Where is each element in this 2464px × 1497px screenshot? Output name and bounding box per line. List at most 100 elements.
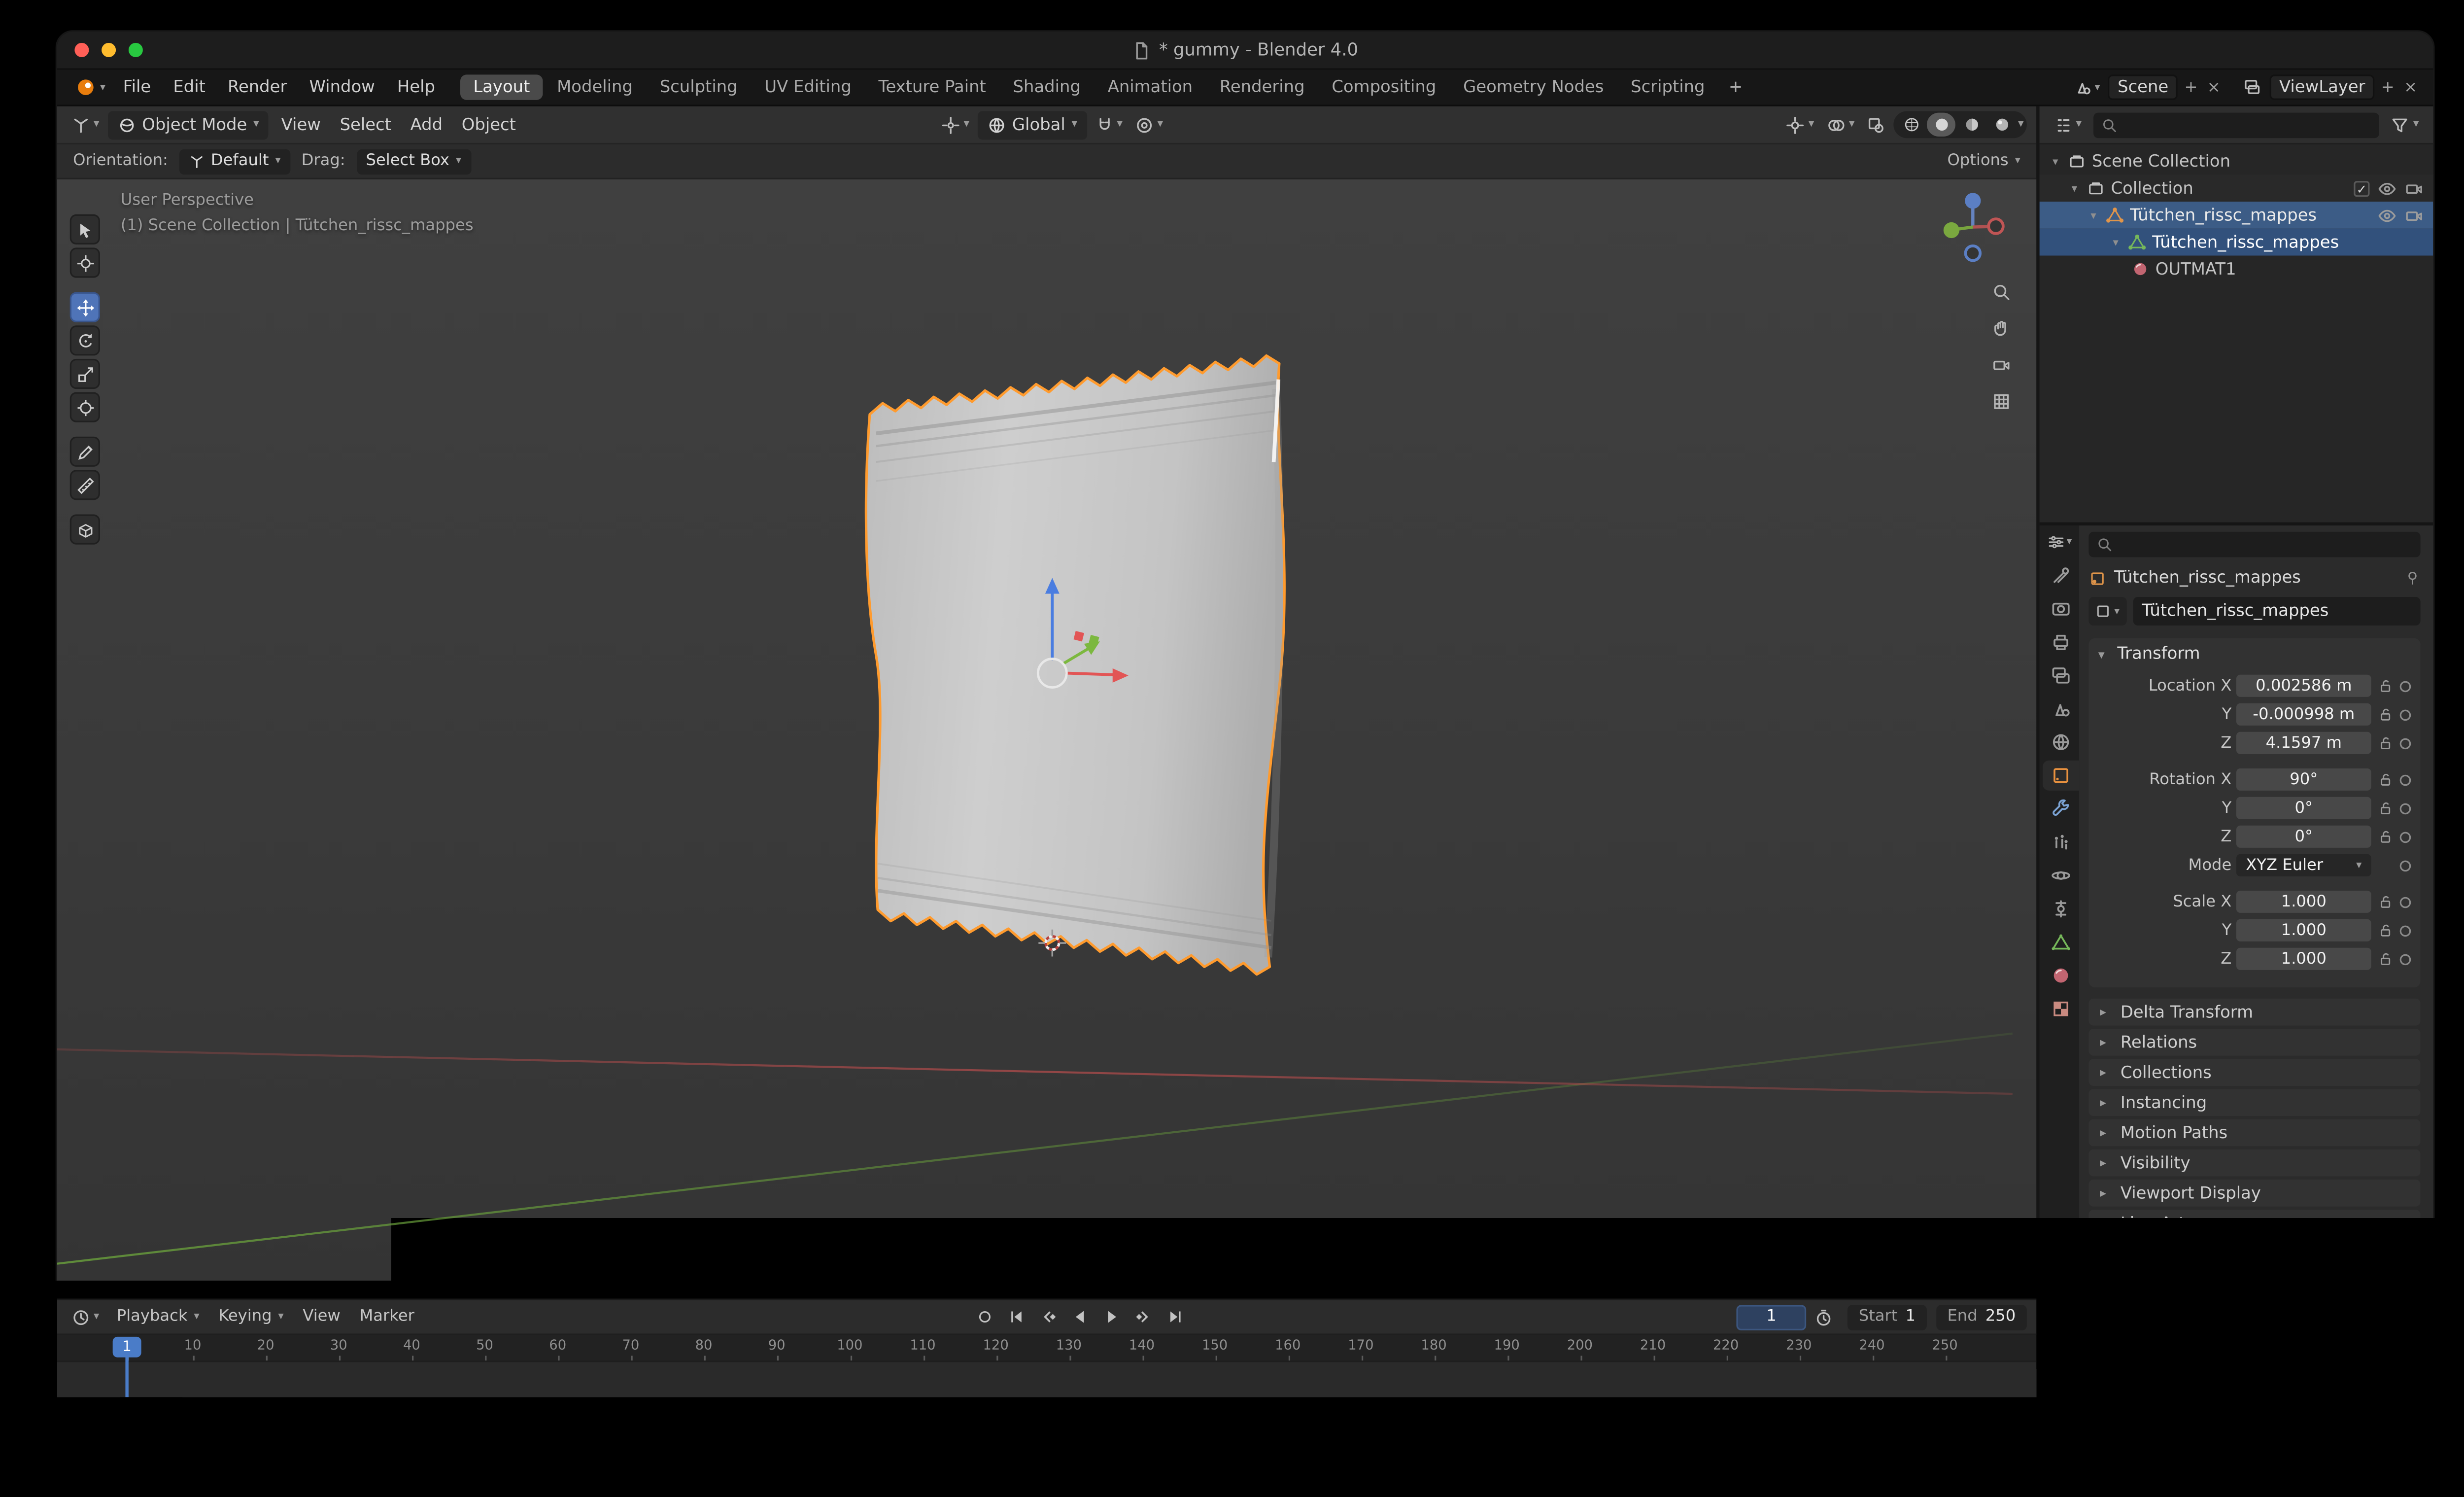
workspace-tab[interactable]: Shading	[1000, 74, 1094, 100]
add-cube-tool-button[interactable]	[70, 515, 100, 545]
rotate-tool-button[interactable]	[70, 325, 100, 355]
outliner-editor-type-button[interactable]: ▾	[2049, 112, 2087, 138]
properties-search-input[interactable]	[2119, 536, 2413, 553]
material-preview-button[interactable]	[1958, 113, 1986, 137]
timeline-menu-item[interactable]: Keying▾	[209, 1305, 293, 1328]
frame-start-field[interactable]: Start 1	[1848, 1304, 1926, 1330]
timeline-track[interactable]	[57, 1362, 2036, 1397]
next-keyframe-button[interactable]	[1131, 1305, 1157, 1328]
transform-value-field[interactable]: 1.000 ▾	[2236, 948, 2371, 970]
lock-icon[interactable]	[2376, 894, 2395, 909]
timeline-menu-item[interactable]: Playback▾	[107, 1305, 209, 1328]
menubar-item[interactable]: File	[112, 74, 162, 100]
move-tool-button[interactable]	[70, 292, 100, 322]
timeline-ruler[interactable]: 1102030405060708090100110120130140150160…	[57, 1335, 2036, 1362]
tab-particles[interactable]	[2043, 827, 2079, 857]
animate-decorator[interactable]	[2400, 953, 2411, 965]
transform-pivot-button[interactable]: ▾	[937, 112, 974, 138]
properties-section-header[interactable]: ▸ Delta Transform	[2088, 999, 2420, 1026]
transform-value-field[interactable]: 0° ▾	[2236, 797, 2371, 819]
disable-render-camera-icon[interactable]	[2404, 178, 2424, 198]
tab-material[interactable]	[2043, 961, 2079, 991]
titlebar[interactable]: * gummy - Blender 4.0	[57, 32, 2433, 70]
browse-scene-button[interactable]: ▾	[2068, 74, 2105, 100]
zoom-control[interactable]	[1987, 278, 2016, 307]
properties-section-header[interactable]: ▸ Visibility	[2088, 1149, 2420, 1177]
animate-decorator[interactable]	[2400, 925, 2411, 936]
viewport-menu-item[interactable]: Add	[401, 112, 452, 138]
tab-output[interactable]	[2043, 627, 2079, 657]
properties-section-header[interactable]: ▸ Viewport Display	[2088, 1180, 2420, 1207]
animate-decorator[interactable]	[2400, 802, 2411, 814]
workspace-tab[interactable]: Texture Paint	[866, 74, 999, 100]
blender-logo-icon[interactable]: ▾	[70, 73, 110, 102]
menubar-item[interactable]: Edit	[162, 74, 217, 100]
new-scene-button[interactable]: +	[2181, 78, 2201, 96]
playback-sync-button[interactable]	[1810, 1304, 1838, 1330]
lock-icon[interactable]	[2376, 800, 2395, 816]
bag-mesh-object[interactable]	[866, 355, 1284, 974]
gizmo-z-ball[interactable]	[1965, 193, 1981, 209]
show-gizmo-button[interactable]: ▾	[1781, 112, 1819, 138]
tab-world[interactable]	[2043, 727, 2079, 757]
play-button[interactable]	[1099, 1305, 1125, 1328]
gizmo-x-neg-ball[interactable]	[1988, 219, 2003, 234]
outliner-row-object[interactable]: ▾ Tütchen_rissc_mappes	[2040, 202, 2433, 229]
tab-view-layer[interactable]	[2043, 661, 2079, 691]
animate-decorator[interactable]	[2400, 737, 2411, 749]
animate-decorator[interactable]	[2400, 680, 2411, 692]
hide-eye-icon[interactable]	[2378, 178, 2397, 198]
tab-tool[interactable]	[2043, 560, 2079, 591]
timeline-menu-item[interactable]: View▾	[293, 1305, 350, 1328]
transform-value-field[interactable]: 0° ▾	[2236, 826, 2371, 848]
animate-decorator[interactable]	[2400, 709, 2411, 720]
expand-icon[interactable]: ▾	[2068, 182, 2081, 195]
tab-constraints[interactable]	[2043, 894, 2079, 924]
wireframe-shading-button[interactable]	[1897, 113, 1926, 137]
outliner-filter-button[interactable]: ▾	[2386, 112, 2424, 138]
transform-value-field[interactable]: -0.000998 m ▾	[2236, 703, 2371, 726]
viewport-menu-item[interactable]: Select	[330, 112, 401, 138]
lock-icon[interactable]	[2376, 771, 2395, 787]
jump-to-start-button[interactable]	[1004, 1305, 1029, 1328]
playhead-frame-badge[interactable]: 1	[113, 1337, 141, 1358]
rendered-shading-button[interactable]	[1988, 113, 2017, 137]
animate-decorator[interactable]	[2400, 831, 2411, 842]
options-dropdown[interactable]: Options ▾	[1947, 152, 2020, 170]
tab-texture[interactable]	[2043, 994, 2079, 1024]
gizmo-y-ball[interactable]	[1944, 222, 1959, 238]
solid-shading-button[interactable]	[1927, 113, 1956, 137]
transform-value-field[interactable]: 4.1597 m ▾	[2236, 732, 2371, 754]
outliner-row-collection[interactable]: ▾ Collection ✓	[2040, 174, 2433, 202]
workspace-tab[interactable]: Scripting	[1618, 74, 1717, 100]
transform-orientation-dropdown[interactable]: Global ▾	[977, 110, 1087, 139]
remove-view-layer-button[interactable]: ×	[2401, 78, 2421, 96]
properties-editor-type-button[interactable]: ▾	[2043, 530, 2079, 557]
pan-control[interactable]	[1987, 314, 2016, 343]
transform-value-field[interactable]: 0.002586 m ▾	[2236, 675, 2371, 697]
3d-viewport[interactable]: User Perspective (1) Scene Collection | …	[57, 179, 2036, 1299]
transform-tool-button[interactable]	[70, 392, 100, 422]
lock-icon[interactable]	[2376, 951, 2395, 967]
select-box-tool-button[interactable]	[70, 214, 100, 244]
menubar-item[interactable]: Render	[216, 74, 298, 100]
transform-value-field[interactable]: XYZ Euler ▾	[2236, 854, 2371, 876]
transform-value-field[interactable]: 90° ▾	[2236, 768, 2371, 791]
timeline-editor-type-button[interactable]: ▾	[67, 1304, 104, 1330]
frame-end-field[interactable]: End 250	[1936, 1304, 2027, 1330]
viewport-menu-item[interactable]: Object	[452, 112, 525, 138]
new-view-layer-button[interactable]: +	[2378, 78, 2397, 96]
object-name-field[interactable]: Tütchen_rissc_mappes	[2132, 597, 2421, 626]
gizmo-z-neg-ball[interactable]	[1966, 246, 1981, 261]
unlink-scene-button[interactable]: ×	[2204, 78, 2224, 96]
lock-icon[interactable]	[2376, 829, 2395, 844]
animate-decorator[interactable]	[2400, 774, 2411, 785]
scale-tool-button[interactable]	[70, 359, 100, 389]
lock-icon[interactable]	[2376, 922, 2395, 938]
proportional-editing-button[interactable]: ▾	[1130, 112, 1168, 138]
animate-decorator[interactable]	[2400, 896, 2411, 907]
toggle-perspective-control[interactable]	[1987, 387, 2016, 416]
properties-section-header[interactable]: ▸ Custom Properties	[2088, 1240, 2420, 1267]
hide-eye-icon[interactable]	[2378, 206, 2397, 225]
camera-view-control[interactable]	[1987, 351, 2016, 380]
